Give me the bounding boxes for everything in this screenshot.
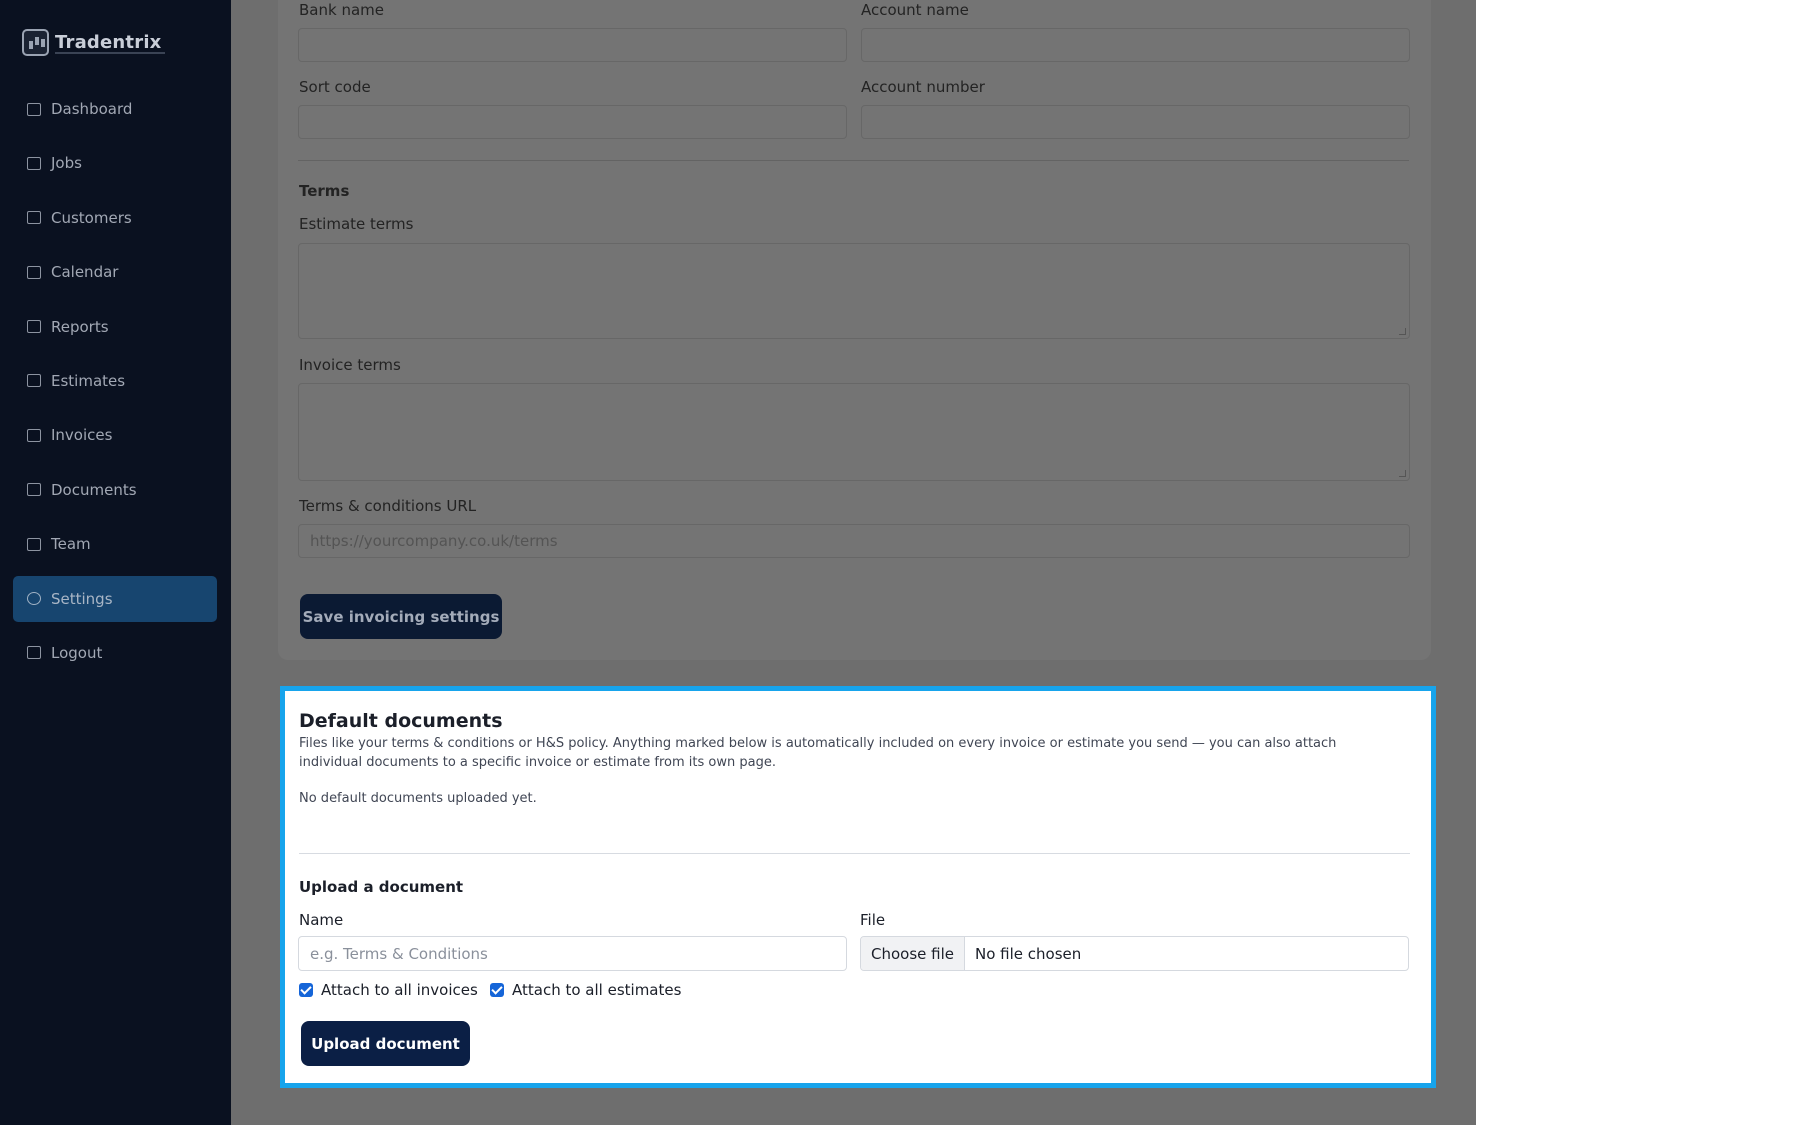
- sidebar-item-label: Logout: [51, 643, 103, 662]
- section-divider: [298, 160, 1409, 161]
- sidebar-item-invoices[interactable]: Invoices: [13, 412, 217, 458]
- sidebar-item-label: Estimates: [51, 371, 126, 390]
- resize-handle-icon[interactable]: [1399, 328, 1406, 335]
- invoice-terms-textarea[interactable]: [298, 383, 1410, 481]
- attach-invoices-label: Attach to all invoices: [321, 981, 478, 999]
- terms-url-input[interactable]: https://yourcompany.co.uk/terms: [298, 524, 1410, 558]
- terms-url-label: Terms & conditions URL: [299, 497, 477, 515]
- sidebar-item-logout[interactable]: Logout: [13, 630, 217, 676]
- app-name: Tradentrix: [55, 32, 162, 53]
- app-logo[interactable]: Tradentrix: [22, 29, 165, 56]
- bank-name-label: Bank name: [299, 1, 384, 19]
- bank-name-input[interactable]: [298, 28, 847, 62]
- default-documents-title: Default documents: [299, 710, 503, 732]
- account-name-label: Account name: [861, 1, 969, 19]
- sidebar-item-label: Customers: [51, 208, 132, 227]
- users-icon: [27, 211, 41, 225]
- gear-icon: [27, 592, 41, 606]
- document-name-label: Name: [299, 911, 344, 929]
- calendar-icon: [27, 265, 41, 279]
- logo-tagline: [55, 52, 165, 54]
- logout-icon: [27, 646, 41, 660]
- upload-heading: Upload a document: [299, 878, 464, 896]
- account-number-label: Account number: [861, 78, 985, 96]
- choose-file-button[interactable]: Choose file: [861, 937, 965, 970]
- account-number-input[interactable]: [861, 105, 1410, 139]
- sidebar-item-reports[interactable]: Reports: [13, 304, 217, 350]
- sidebar-item-customers[interactable]: Customers: [13, 195, 217, 241]
- sort-code-label: Sort code: [299, 78, 371, 96]
- sidebar-item-team[interactable]: Team: [13, 521, 217, 567]
- sidebar-item-label: Calendar: [51, 263, 119, 282]
- dashboard-icon: [27, 102, 41, 116]
- invoice-terms-label: Invoice terms: [299, 356, 401, 374]
- account-name-input[interactable]: [861, 28, 1410, 62]
- file-status-text: No file chosen: [975, 944, 1082, 963]
- folder-icon: [27, 483, 41, 497]
- bar-chart-icon: [27, 320, 41, 334]
- sidebar-item-settings[interactable]: Settings: [13, 575, 217, 622]
- sidebar-item-calendar[interactable]: Calendar: [13, 249, 217, 295]
- upload-document-button[interactable]: Upload document: [301, 1021, 470, 1066]
- resize-handle-icon[interactable]: [1399, 470, 1406, 477]
- document-name-input[interactable]: e.g. Terms & Conditions: [298, 936, 847, 971]
- attach-invoices-checkbox[interactable]: [299, 983, 313, 997]
- briefcase-icon: [27, 156, 41, 170]
- file-icon: [27, 374, 41, 388]
- attach-estimates-checkbox[interactable]: [490, 983, 504, 997]
- sidebar-item-label: Jobs: [51, 154, 82, 173]
- sidebar-item-label: Invoices: [51, 426, 113, 445]
- default-documents-card: Default documents Files like your terms …: [280, 686, 1436, 1088]
- sidebar-item-label: Documents: [51, 480, 137, 499]
- terms-heading: Terms: [299, 182, 350, 200]
- sidebar-item-label: Team: [51, 535, 91, 554]
- sidebar-item-dashboard[interactable]: Dashboard: [13, 86, 217, 132]
- section-divider: [299, 853, 1410, 854]
- sidebar-item-label: Settings: [51, 589, 113, 608]
- save-invoicing-settings-button[interactable]: Save invoicing settings: [300, 594, 502, 639]
- sidebar-item-estimates[interactable]: Estimates: [13, 358, 217, 404]
- attach-invoices-option[interactable]: Attach to all invoices: [299, 981, 478, 999]
- sidebar-item-label: Dashboard: [51, 100, 133, 118]
- sidebar-item-jobs[interactable]: Jobs: [13, 140, 217, 186]
- attach-estimates-label: Attach to all estimates: [512, 981, 682, 999]
- estimate-terms-textarea[interactable]: [298, 243, 1410, 339]
- sidebar-item-documents[interactable]: Documents: [13, 467, 217, 513]
- attach-estimates-option[interactable]: Attach to all estimates: [490, 981, 681, 999]
- sidebar: Tradentrix Dashboard Jobs Customers Cale…: [0, 0, 231, 1125]
- sort-code-input[interactable]: [298, 105, 847, 139]
- empty-documents-text: No default documents uploaded yet.: [299, 791, 537, 806]
- logo-icon: [22, 29, 49, 56]
- document-file-input[interactable]: Choose file No file chosen: [860, 936, 1409, 971]
- sidebar-nav: Dashboard Jobs Customers Calendar Report…: [13, 86, 217, 684]
- team-icon: [27, 537, 41, 551]
- document-file-label: File: [860, 911, 886, 929]
- list-icon: [27, 428, 41, 442]
- default-documents-description: Files like your terms & conditions or H&…: [299, 736, 1337, 770]
- estimate-terms-label: Estimate terms: [299, 215, 414, 233]
- sidebar-item-label: Reports: [51, 317, 109, 336]
